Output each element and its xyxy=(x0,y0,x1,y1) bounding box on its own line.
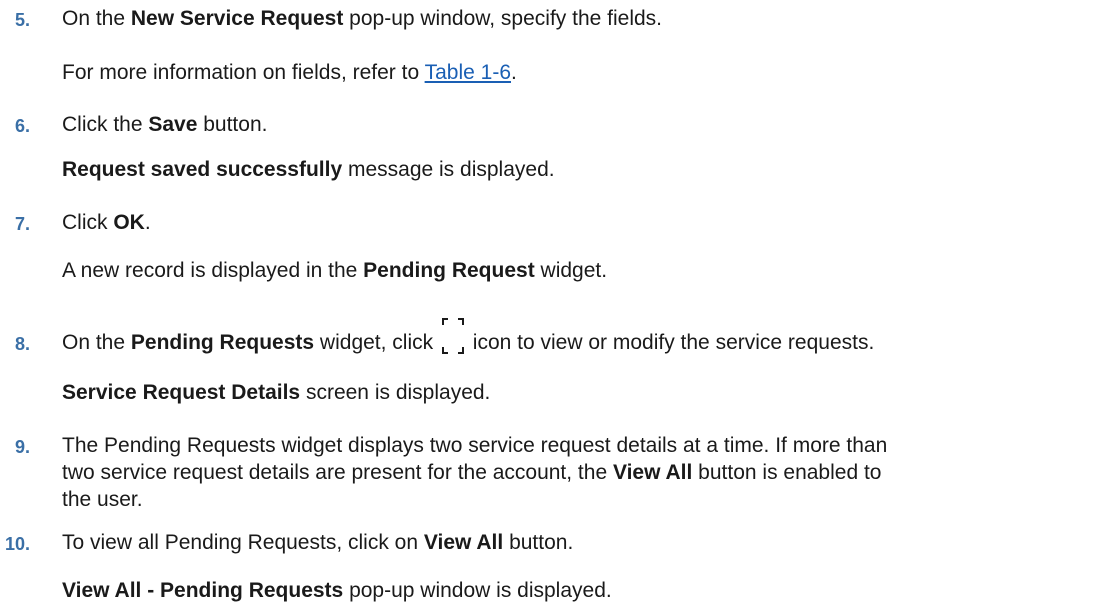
ui-term: Pending Requests xyxy=(130,331,315,354)
step-number: 9. xyxy=(14,437,30,457)
result-text: widget. xyxy=(534,259,608,282)
ui-term: View All xyxy=(423,531,504,554)
step-text: On the xyxy=(62,331,131,354)
step-text: Click xyxy=(62,211,114,234)
step-text: icon to view or modify the service reque… xyxy=(466,331,875,354)
step-number: 10. xyxy=(4,534,30,554)
ui-term: Pending Request xyxy=(363,259,535,282)
ui-term: OK xyxy=(113,211,145,234)
step-text: button is enabled to xyxy=(692,461,882,484)
step-text: To view all Pending Requests, click on xyxy=(62,531,424,554)
step-text: the user. xyxy=(62,488,143,511)
step-text: Click the xyxy=(62,113,149,136)
ui-term: Request saved successfully xyxy=(62,158,343,181)
step-text: The Pending Requests widget displays two… xyxy=(62,434,888,457)
step-text: button. xyxy=(197,113,268,136)
table-link[interactable]: Table 1-6 xyxy=(425,61,511,84)
result-text: pop-up window is displayed. xyxy=(343,579,612,602)
ui-term: New Service Request xyxy=(130,7,344,30)
step-text: pop-up window, specify the fields. xyxy=(343,7,663,30)
step-number: 7. xyxy=(14,214,30,234)
result-text: message is displayed. xyxy=(342,158,555,181)
note-text: For more information on fields, refer to xyxy=(62,61,425,84)
ui-term: View All - Pending Requests xyxy=(62,579,344,602)
note-text: . xyxy=(511,61,517,84)
step-text: widget, click xyxy=(314,331,439,354)
expand-icon xyxy=(441,318,464,356)
ui-term: Service Request Details xyxy=(62,381,301,404)
step-number: 6. xyxy=(14,116,30,136)
step-text: On the xyxy=(62,7,131,30)
result-text: screen is displayed. xyxy=(300,381,491,404)
ui-term: View All xyxy=(612,461,693,484)
step-text: button. xyxy=(503,531,574,554)
step-text: two service request details are present … xyxy=(62,461,613,484)
ui-term: Save xyxy=(148,113,198,136)
result-text: A new record is displayed in the xyxy=(62,259,364,282)
step-number: 8. xyxy=(14,334,30,354)
step-number: 5. xyxy=(14,10,30,30)
step-text: . xyxy=(144,211,151,234)
